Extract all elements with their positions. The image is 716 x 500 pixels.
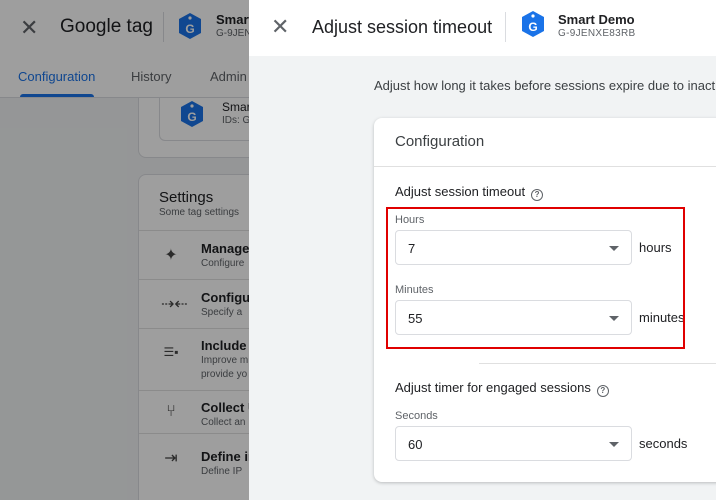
seconds-label: Seconds	[395, 410, 438, 422]
svg-text:G: G	[528, 20, 537, 34]
help-icon[interactable]: ?	[531, 189, 544, 201]
help-icon[interactable]: ?	[596, 385, 609, 397]
account-id: G-9JENXE83RB	[558, 28, 636, 39]
divider	[505, 12, 506, 42]
card-title: Configuration	[395, 133, 485, 150]
engaged-sessions-heading: Adjust timer for engaged sessions?	[395, 380, 609, 397]
google-tag-icon: G	[522, 11, 544, 37]
panel-description: Adjust how long it takes before sessions…	[374, 78, 716, 93]
seconds-unit: seconds	[639, 436, 688, 451]
dropdown-arrow-icon	[609, 442, 619, 447]
divider	[374, 166, 716, 167]
session-timeout-title: Adjust session timeout	[395, 184, 526, 199]
engaged-sessions-title: Adjust timer for engaged sessions	[395, 380, 591, 395]
panel-title: Adjust session timeout	[312, 17, 493, 37]
configuration-card: Configuration Adjust session timeout? Ho…	[374, 118, 716, 482]
seconds-select[interactable]: 60	[395, 426, 632, 461]
session-timeout-heading: Adjust session timeout?	[395, 184, 544, 201]
highlight-box	[386, 207, 685, 349]
seconds-value: 60	[408, 437, 423, 452]
panel-header: ✕ Adjust session timeout G Smart Demo G-…	[249, 0, 716, 56]
close-icon[interactable]: ✕	[271, 16, 289, 38]
account-name: Smart Demo	[558, 12, 635, 27]
adjust-session-timeout-panel: ✕ Adjust session timeout G Smart Demo G-…	[249, 0, 716, 500]
divider	[479, 363, 716, 364]
